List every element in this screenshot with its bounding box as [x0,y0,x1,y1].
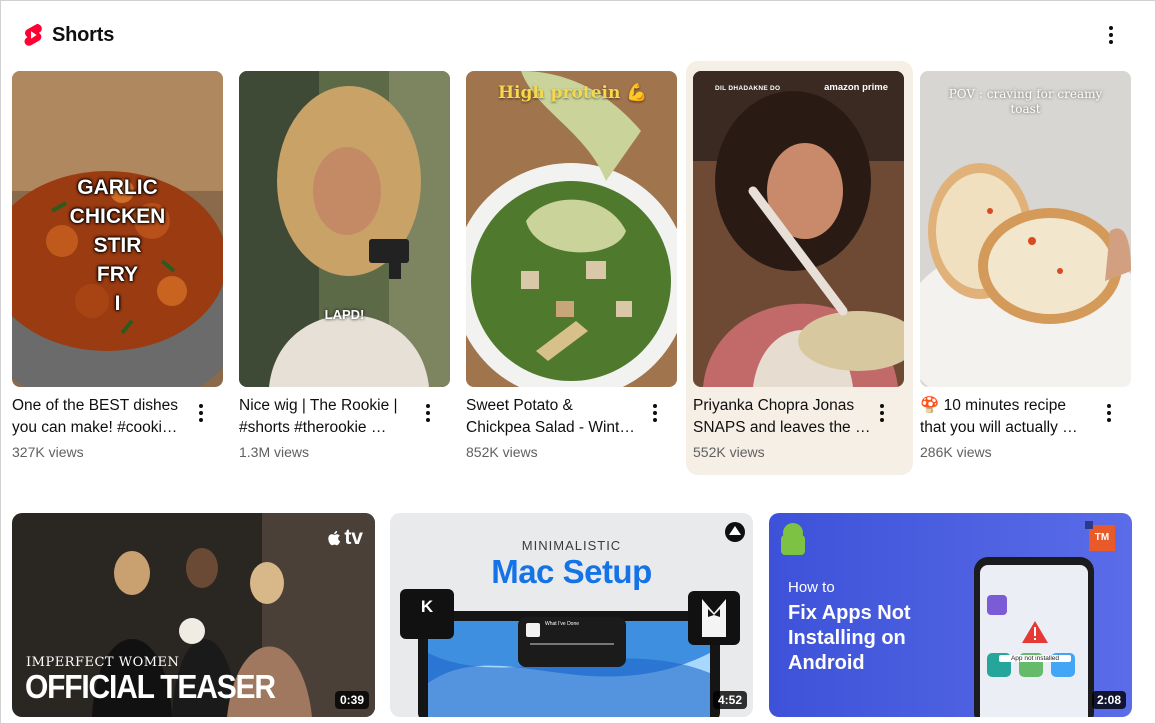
short-thumbnail[interactable]: POV : craving for creamy toast [920,71,1131,387]
short-title[interactable]: Nice wig | The Rookie | #shorts #therook… [239,395,419,439]
thumbnail-caption: I [114,292,121,315]
thumbnail-caption: LAPD! [324,307,365,322]
thumbnail-caption: POV : craving for creamy [948,87,1103,101]
video-overlay-title: OFFICIAL TEASER [25,669,276,706]
shorts-shelf: Shorts GARLIC CHICKEN STIR FRY I One of … [0,0,1156,724]
short-card[interactable]: POV : craving for creamy toast 🍄 10 minu… [913,61,1140,475]
thumbnail-caption: FRY [96,263,139,286]
brand-badge: TM [1094,532,1110,543]
short-thumbnail[interactable]: DIL DHADAKNE DO amazon prime [693,71,904,387]
video-overlay-title: Mac Setup [491,553,652,590]
video-thumbnail[interactable]: TM How to Fix Apps Not Installing on And… [769,513,1132,717]
shelf-title: Shorts [52,23,115,46]
video-overlay-title: Installing on [788,627,906,649]
video-overlay-subtitle: How to [788,579,835,596]
video-overlay-title: Fix Apps Not [788,602,911,624]
short-menu-button[interactable] [189,401,213,425]
more-vert-icon [426,404,430,422]
player-title: What I've Done [545,621,580,627]
video-overlay-subtitle: IMPERFECT WOMEN [26,655,180,670]
keycap-label: K [420,597,434,616]
video-thumbnail[interactable]: MINIMALISTIC Mac Setup K What I've Done … [390,513,753,717]
short-views: 1.3M views [239,444,310,460]
short-menu-button[interactable] [870,401,894,425]
android-icon [783,527,784,528]
more-vert-icon [653,404,657,422]
thumbnail-caption: GARLIC [77,176,158,199]
short-thumbnail[interactable]: LAPD! [239,71,450,387]
thumbnail-caption: amazon prime [824,82,888,93]
short-views: 286K views [920,444,992,460]
video-thumbnail[interactable]: tv IMPERFECT WOMEN OFFICIAL TEASER 0:39 [12,513,375,717]
short-views: 552K views [693,444,765,460]
more-vert-icon [1107,404,1111,422]
short-title[interactable]: Priyanka Chopra Jonas SNAPS and leaves t… [693,395,873,439]
thumbnail-caption: STIR [93,234,142,257]
short-card[interactable]: DIL DHADAKNE DO amazon prime Priyanka Ch… [686,61,913,475]
short-title[interactable]: 🍄 10 minutes recipe that you will actual… [920,395,1100,439]
video-duration: 2:08 [1091,691,1126,709]
shelf-menu-button[interactable] [1095,21,1127,49]
short-thumbnail[interactable]: GARLIC CHICKEN STIR FRY I [12,71,223,387]
short-views: 327K views [12,444,84,460]
short-menu-button[interactable] [1097,401,1121,425]
short-thumbnail[interactable]: High protein 💪 [466,71,677,387]
short-title[interactable]: One of the BEST dishes you can make! #co… [12,395,192,439]
short-menu-button[interactable] [416,401,440,425]
more-vert-icon [1109,26,1113,44]
phone-error-text: App not installed [999,655,1071,662]
short-views: 852K views [466,444,538,460]
thumbnail-caption: CHICKEN [69,205,166,228]
apple-tv-icon: tv [328,527,363,548]
more-vert-icon [199,404,203,422]
more-vert-icon [880,404,884,422]
youtube-shorts-icon [24,23,42,46]
video-duration: 0:39 [334,691,369,709]
video-overlay-subtitle: MINIMALISTIC [521,538,622,553]
thumbnail-caption: toast [1010,102,1041,116]
short-card[interactable]: GARLIC CHICKEN STIR FRY I One of the BES… [5,61,232,475]
short-card[interactable]: LAPD! Nice wig | The Rookie | #shorts #t… [232,61,459,475]
short-title[interactable]: Sweet Potato & Chickpea Salad - Wint… [466,395,646,439]
thumbnail-caption: DIL DHADAKNE DO [715,85,781,92]
short-card[interactable]: High protein 💪 Sweet Potato & Chickpea S… [459,61,686,475]
shelf-header: Shorts [23,21,114,49]
video-duration: 4:52 [712,691,747,709]
thumbnail-caption: High protein 💪 [498,83,648,103]
short-menu-button[interactable] [643,401,667,425]
video-overlay-title: Android [788,652,865,674]
